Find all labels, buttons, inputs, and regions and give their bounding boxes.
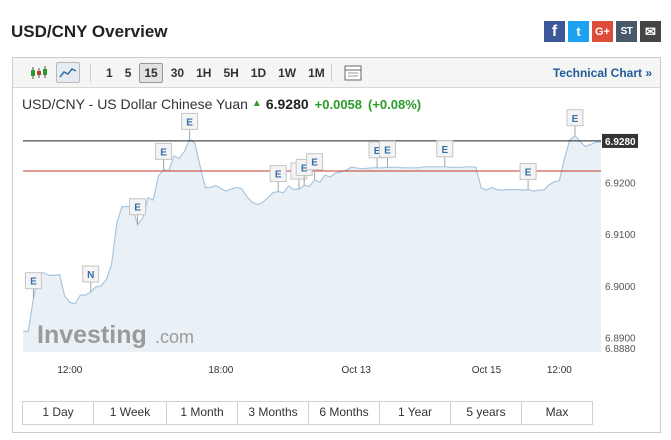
range-5-years-button[interactable]: 5 years: [451, 402, 522, 424]
email-share-button[interactable]: ✉: [640, 21, 661, 42]
x-tick-label: Oct 13: [342, 365, 372, 376]
event-marker-label: E: [441, 145, 448, 156]
stocktwits-share-button[interactable]: ST: [616, 21, 637, 42]
current-price-label: 6.9280: [605, 137, 636, 148]
range-max-button[interactable]: Max: [522, 402, 592, 424]
x-tick-label: 18:00: [208, 365, 233, 376]
share-bar: f t G+ ST ✉: [544, 21, 661, 42]
x-tick-label: 12:00: [57, 365, 82, 376]
twitter-share-button[interactable]: t: [568, 21, 589, 42]
event-marker-label: N: [87, 270, 94, 281]
event-marker-label: E: [134, 203, 141, 214]
y-tick-label: 6.9100: [605, 230, 636, 241]
event-marker-label: E: [275, 170, 282, 181]
y-tick-label: 6.9200: [605, 178, 636, 189]
event-marker-label: E: [160, 147, 167, 158]
range-1-week-button[interactable]: 1 Week: [94, 402, 167, 424]
price-chart[interactable]: Investing .com 6.88806.8900 6.9000 6.9100 6.9…: [13, 58, 660, 398]
facebook-share-button[interactable]: f: [544, 21, 565, 42]
time-range-selector: 1 Day 1 Week 1 Month 3 Months 6 Months 1 Year…: [22, 401, 593, 425]
range-1-month-button[interactable]: 1 Month: [167, 402, 238, 424]
x-tick-label: 12:00: [547, 365, 572, 376]
x-tick-label: Oct 15: [472, 365, 502, 376]
y-tick-label: 6.8880: [605, 344, 636, 355]
page-title: USD/CNY Overview: [11, 22, 168, 41]
watermark-suffix: .com: [155, 327, 194, 347]
event-marker-label: E: [525, 168, 532, 179]
range-1-day-button[interactable]: 1 Day: [23, 402, 94, 424]
watermark-brand: Investing: [37, 321, 147, 349]
range-1-year-button[interactable]: 1 Year: [380, 402, 451, 424]
y-tick-label: 6.9000: [605, 282, 636, 293]
event-marker-label: E: [186, 117, 193, 128]
event-marker-label: E: [311, 158, 318, 169]
chart-panel: 1 5 15 30 1H 5H 1D 1W 1M Technical Chart » USD/C…: [12, 57, 661, 433]
event-marker-label: E: [30, 277, 37, 288]
event-marker-label: E: [384, 145, 391, 156]
y-tick-label: 6.8900: [605, 334, 636, 345]
event-marker-label: E: [572, 114, 579, 125]
range-6-months-button[interactable]: 6 Months: [309, 402, 380, 424]
range-3-months-button[interactable]: 3 Months: [238, 402, 309, 424]
google-plus-share-button[interactable]: G+: [592, 21, 613, 42]
